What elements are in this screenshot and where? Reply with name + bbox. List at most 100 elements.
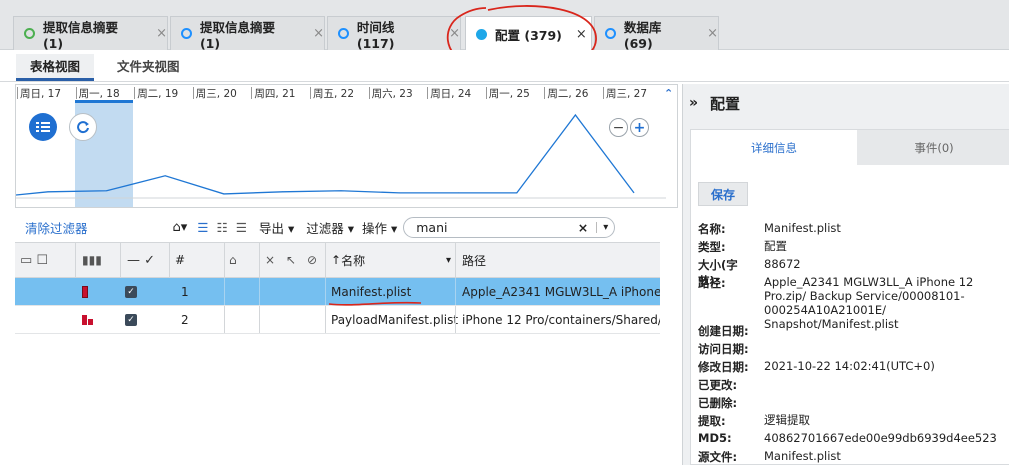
tab-label: 数据库 (69) [623, 19, 662, 51]
timeline-day-label: 周一, 18 [78, 88, 120, 100]
filter-menu[interactable]: 过滤器 ▾ [306, 218, 354, 237]
tab-label: 提取信息摘要 (1) [42, 19, 118, 51]
timeline-day-label: 周日, 24 [430, 88, 472, 100]
tab-label: 提取信息摘要 (1) [199, 19, 275, 51]
timeline-series-line [16, 113, 635, 196]
tab-database[interactable]: 数据库 (69) × [594, 16, 719, 51]
status-ring-icon [338, 28, 349, 39]
detail-pane-title: 配置 [710, 94, 741, 113]
property-value: Manifest.plist [764, 449, 841, 463]
export-menu[interactable]: 导出 ▾ [259, 218, 294, 237]
zoom-out-icon[interactable]: − [609, 118, 628, 137]
tab-events[interactable]: 事件(0) [857, 130, 1009, 165]
timeline-day-label: 周四, 21 [254, 88, 296, 100]
arrow-icon[interactable]: ↖ [286, 243, 296, 277]
tab-summary-1[interactable]: 提取信息摘要 (1) × [13, 16, 168, 51]
timeline-tick [134, 87, 136, 99]
timeline-tick [368, 87, 370, 99]
tree-view-icon[interactable]: ☰ [197, 220, 208, 235]
timeline-tick [544, 87, 546, 99]
property-value: 配置 [764, 239, 787, 253]
folder-icon[interactable]: ▭ ☐ [20, 243, 48, 277]
row-number: 1 [181, 284, 189, 299]
results-table: ▭ ☐ ▮▮▮ — ✓ # ⌂ × ↖ ⊘ ↑ 名称 ▾ 路径 ✓ 1 Manif… [15, 242, 660, 465]
tab-table-view[interactable]: 表格视图 [16, 54, 95, 81]
table-row[interactable]: ✓ 2 PayloadManifest.plist iPhone 12 Pro/… [15, 306, 660, 334]
close-icon[interactable]: × [313, 26, 324, 41]
timeline-day-label: 周日, 17 [20, 88, 62, 100]
status-ring-icon [24, 28, 35, 39]
name-header-label: 名称 [341, 253, 366, 268]
property-value: 2021-10-22 14:02:41(UTC+0) [764, 359, 935, 373]
detail-pane-header: » 配置 [683, 84, 1009, 122]
timeline-tick [192, 87, 194, 99]
row-path: Apple_A2341 MGLW3LL_A iPhone 12 Pro [462, 284, 660, 299]
tab-summary-2[interactable]: 提取信息摘要 (1) × [170, 16, 325, 51]
timeline-day-label: 周二, 26 [547, 88, 589, 100]
timeline-tick [251, 87, 253, 99]
document-tab-bar: 提取信息摘要 (1) × 提取信息摘要 (1) × 时间线 (117) × 配置… [0, 0, 1009, 73]
close-icon[interactable]: × [156, 26, 167, 41]
tab-folder-view[interactable]: 文件夹视图 [103, 54, 194, 81]
column-header-num[interactable]: # [175, 243, 185, 277]
row-number: 2 [181, 312, 189, 327]
property-key: MD5: [698, 431, 732, 445]
row-checkbox[interactable]: ✓ [125, 306, 137, 333]
property-value: 88672 [764, 257, 801, 271]
tag-icon[interactable]: ⌂ [229, 243, 237, 277]
view-mode-tabs: 表格视图 文件夹视图 [0, 50, 1009, 82]
tag-filter-icon[interactable]: ⌂▾ [173, 220, 188, 235]
status-ring-icon [181, 28, 192, 39]
expand-tree-icon[interactable]: ☰ [236, 220, 247, 235]
timeline-day-label: 周三, 27 [606, 88, 648, 100]
timeline-tick [75, 87, 77, 99]
close-icon[interactable]: × [707, 26, 718, 41]
type-indicator-icon [82, 306, 93, 333]
timeline-axis: 周日, 17 周一, 18 周二, 19 周三, 20 周四, 21 周五, 22 周六, … [16, 85, 666, 100]
property-key: 路径: [698, 276, 726, 290]
property-value: 逻辑提取 [764, 413, 810, 427]
property-key: 已删除: [698, 396, 738, 410]
timeline-day-label: 周六, 23 [371, 88, 413, 100]
actions-label: 操作 [361, 220, 387, 236]
save-button[interactable]: 保存 [698, 182, 748, 206]
bar-chart-icon[interactable]: ▮▮▮ [82, 243, 102, 277]
column-header-path[interactable]: 路径 [462, 243, 486, 277]
type-indicator-icon [82, 278, 88, 305]
double-chevron-up-icon[interactable]: ⌃ [664, 87, 673, 100]
deleted-icon[interactable]: × [265, 243, 275, 277]
detail-pane: » 配置 详细信息 事件(0) 保存 名称: Manifest.plist 类型: 配… [682, 84, 1009, 465]
table-header: ▭ ☐ ▮▮▮ — ✓ # ⌂ × ↖ ⊘ ↑ 名称 ▾ 路径 [15, 242, 660, 278]
timeline-plot [16, 113, 666, 199]
clear-filter-link[interactable]: 清除过滤器 [25, 218, 88, 237]
zoom-in-icon[interactable]: + [630, 118, 649, 137]
tab-details[interactable]: 详细信息 [691, 130, 857, 165]
timeline-tick [427, 87, 429, 99]
list-icon[interactable] [29, 113, 57, 141]
row-checkbox[interactable]: ✓ [125, 278, 137, 305]
search-input-value: mani [416, 219, 448, 235]
timeline-tick [17, 87, 18, 99]
actions-menu[interactable]: 操作 ▾ [362, 218, 397, 237]
property-key: 名称: [698, 222, 726, 236]
timeline-tick [603, 87, 604, 99]
property-key: 修改日期: [698, 360, 749, 374]
double-chevron-right-icon[interactable]: » [689, 95, 698, 111]
clear-search-icon[interactable]: × [578, 220, 588, 235]
property-key: 源文件: [698, 450, 738, 464]
attachment-icon[interactable]: ⊘ [307, 243, 317, 277]
timeline-day-label: 周一, 25 [488, 88, 530, 100]
search-input[interactable]: mani × ▾ [403, 216, 616, 238]
row-path: iPhone 12 Pro/containers/Shared/SystemGr… [462, 312, 660, 327]
timeline-day-label: 周三, 20 [195, 88, 237, 100]
chevron-down-icon[interactable]: ▾ [596, 221, 614, 233]
column-header-name[interactable]: ↑ 名称 ▾ [331, 243, 451, 277]
filter-caret-icon[interactable]: ▾ [446, 255, 451, 266]
checkbox-header-icon[interactable]: — ✓ [127, 243, 155, 277]
refresh-icon[interactable] [69, 113, 97, 141]
detail-card: 详细信息 事件(0) 保存 名称: Manifest.plist 类型: 配置 大小(字… [690, 129, 1009, 465]
collapse-tree-icon[interactable]: ☷ [217, 220, 228, 235]
property-value: 40862701667ede00e99db6939d4ee523 [764, 431, 997, 445]
property-key: 创建日期: [698, 324, 749, 338]
timeline-day-label: 周五, 22 [313, 88, 355, 100]
